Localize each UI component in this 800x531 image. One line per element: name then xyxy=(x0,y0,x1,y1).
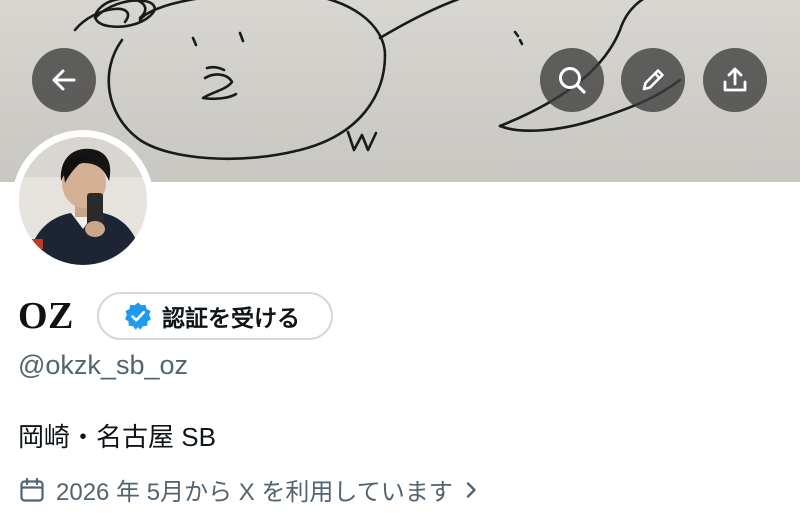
joined-date-text: 2026 年 5月から X を利用しています xyxy=(56,479,453,506)
edit-button[interactable] xyxy=(621,48,685,112)
arrow-left-icon xyxy=(52,69,76,91)
back-button[interactable] xyxy=(32,48,96,112)
get-verified-label: 認証を受ける xyxy=(162,305,300,331)
avatar-photo xyxy=(19,137,147,265)
share-button[interactable] xyxy=(703,48,767,112)
username-handle: @okzk_sb_oz xyxy=(18,350,188,380)
profile-screen: OZ 認証を受ける @okzk_sb_oz 岡崎・名古屋 SB 2026 年 5… xyxy=(0,0,800,531)
profile-bio: 岡崎・名古屋 SB xyxy=(18,422,216,452)
share-upload-icon xyxy=(723,67,747,92)
search-button[interactable] xyxy=(540,48,604,112)
display-name: OZ xyxy=(18,295,74,337)
search-icon xyxy=(559,67,586,94)
avatar[interactable] xyxy=(19,137,147,265)
pencil-icon xyxy=(642,69,664,91)
calendar-icon xyxy=(20,477,44,502)
verified-badge-icon xyxy=(125,302,151,330)
chevron-right-icon xyxy=(466,481,476,498)
joined-date-row[interactable]: 2026 年 5月から X を利用しています xyxy=(18,472,481,507)
get-verified-button[interactable]: 認証を受ける xyxy=(97,292,333,340)
